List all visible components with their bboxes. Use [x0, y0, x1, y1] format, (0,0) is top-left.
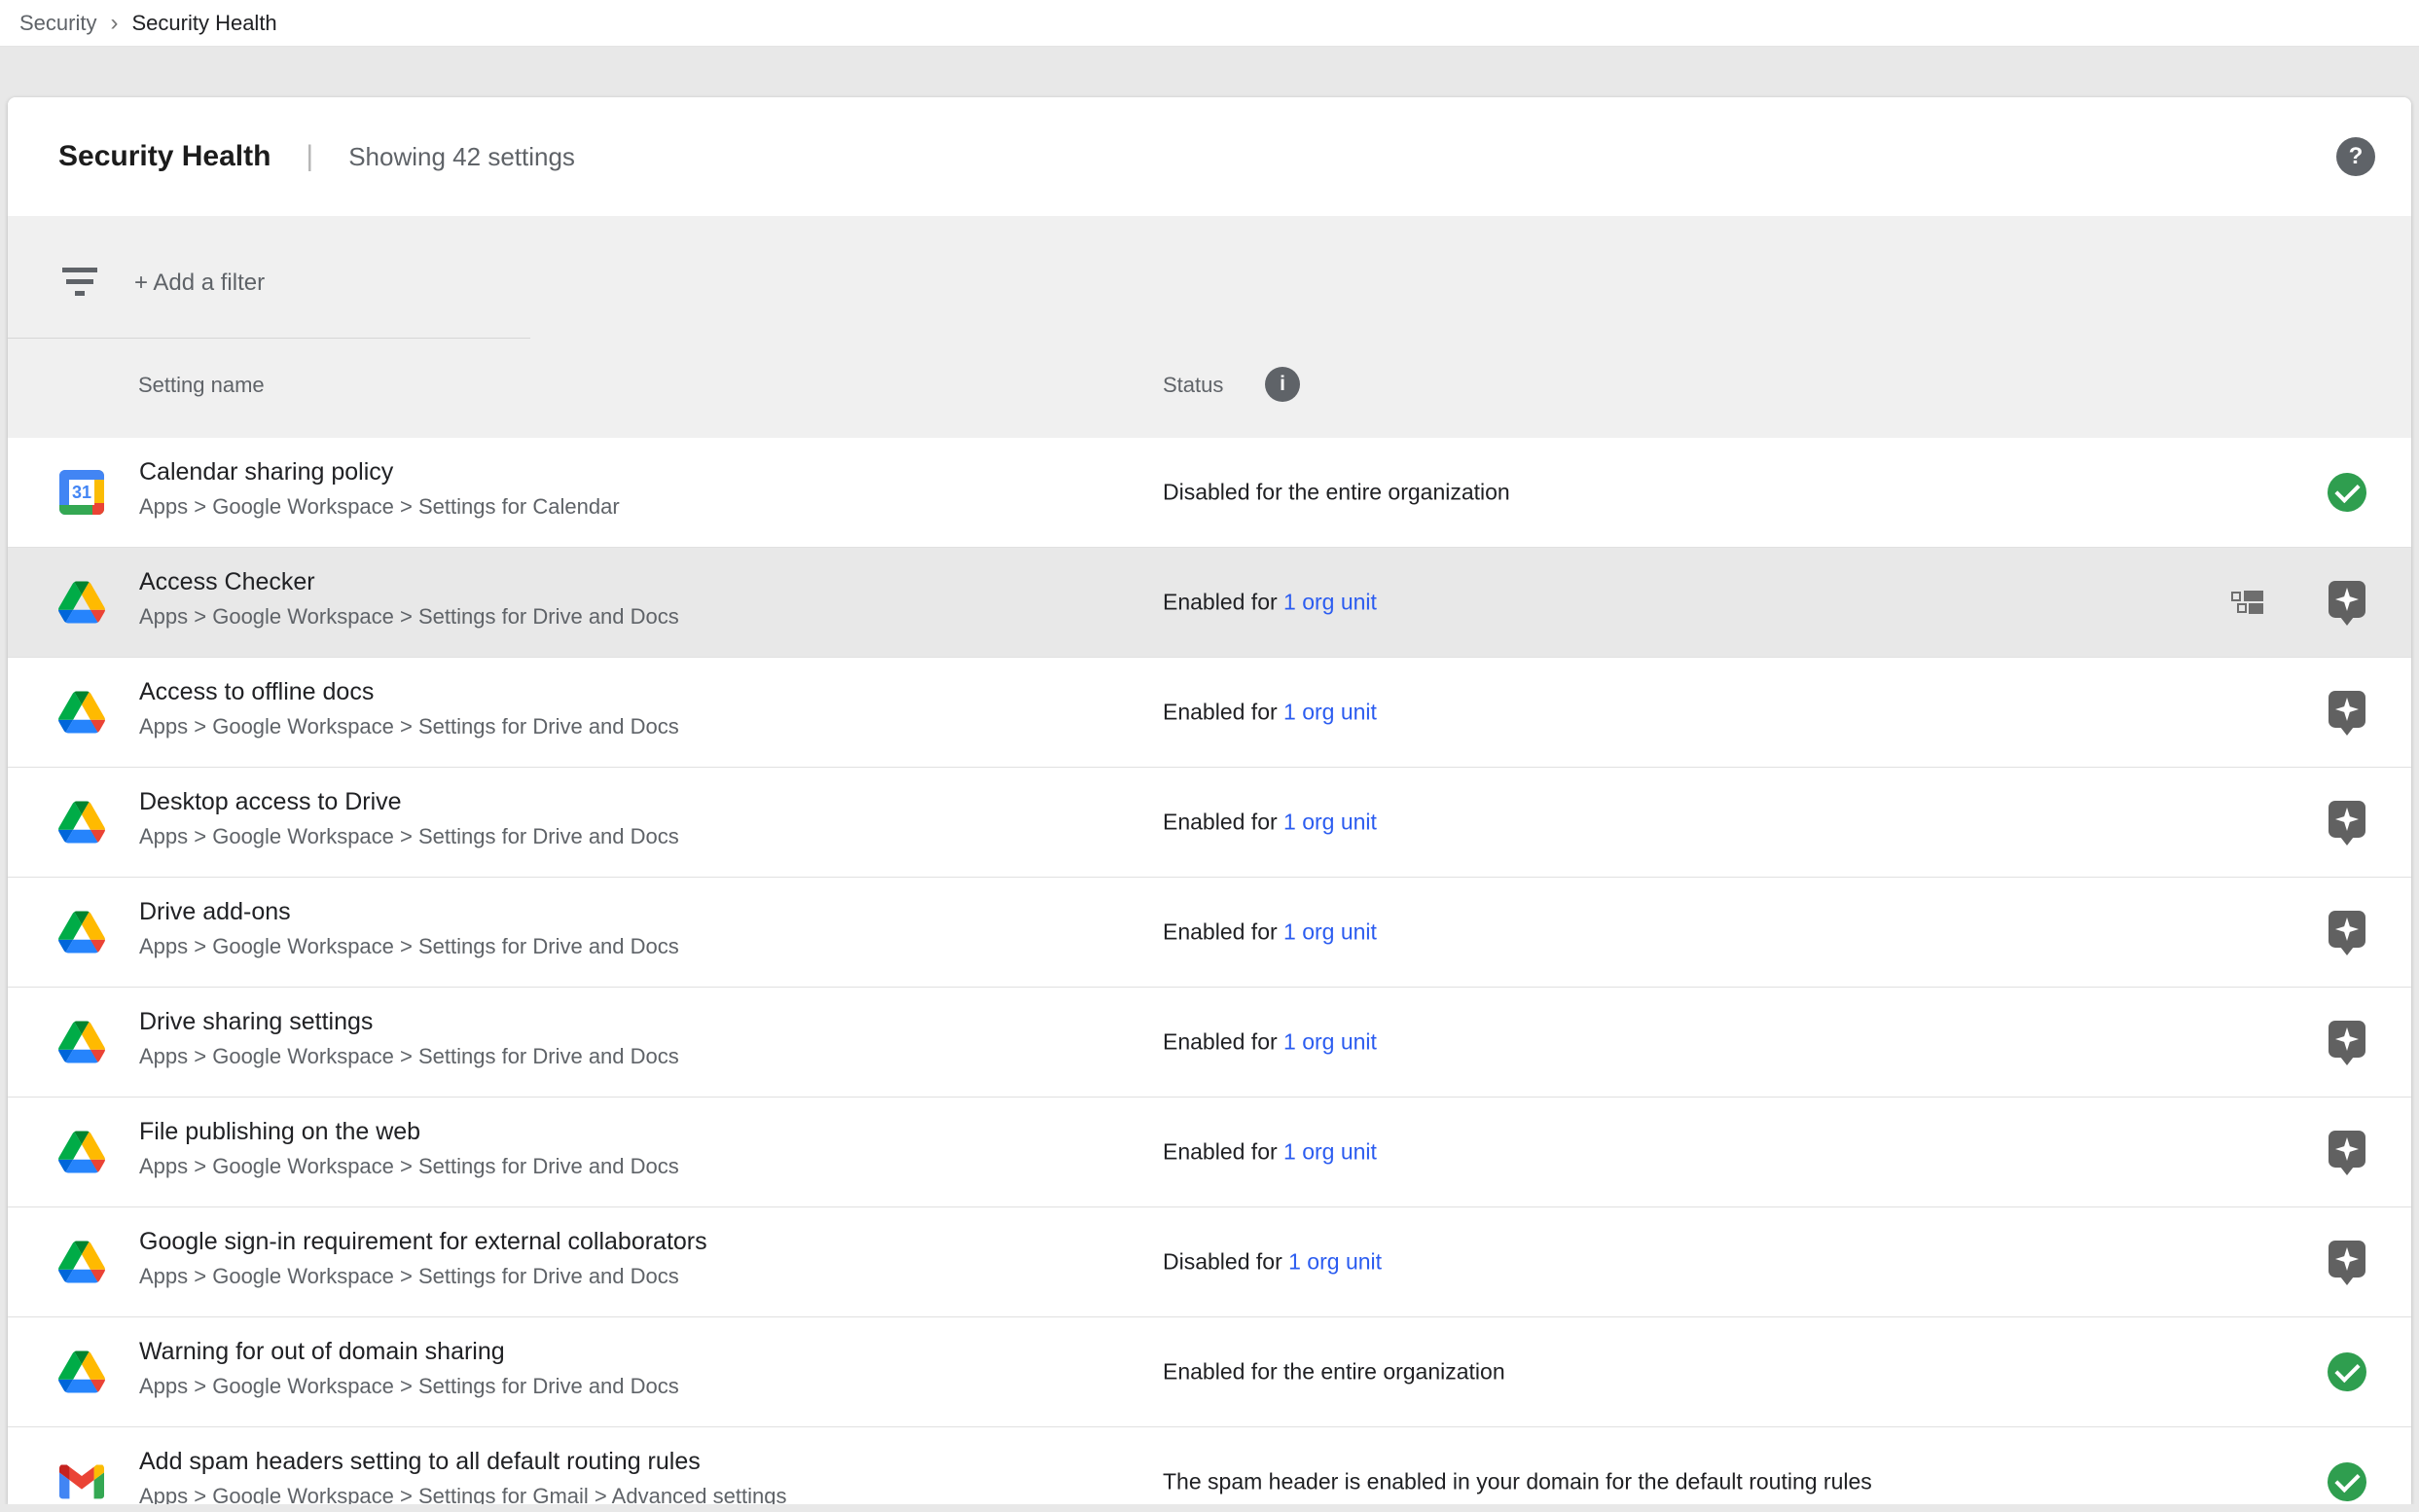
table-row[interactable]: Desktop access to Drive Apps > Google Wor…	[8, 768, 2411, 878]
filter-underline	[8, 338, 530, 339]
setting-path: Apps > Google Workspace > Settings for D…	[139, 604, 679, 630]
add-filter-button[interactable]: + Add a filter	[134, 270, 265, 297]
status-ok-icon	[2328, 1352, 2366, 1391]
breadcrumb-parent-link[interactable]: Security	[19, 11, 96, 36]
drive-icon	[56, 802, 107, 844]
column-header-setting-name: Setting name	[138, 373, 265, 398]
security-health-card: Security Health | Showing 42 settings ? …	[8, 97, 2411, 1504]
setting-path: Apps > Google Workspace > Settings for D…	[139, 1374, 679, 1399]
table-row[interactable]: Drive sharing settings Apps > Google Work…	[8, 988, 2411, 1098]
table-row[interactable]: 31 Calendar sharing policy Apps > Google W…	[8, 438, 2411, 548]
setting-name: Google sign-in requirement for external …	[139, 1228, 707, 1256]
org-unit-link[interactable]: 1 org unit	[1283, 1029, 1377, 1055]
status-text: Enabled for 1 org unit	[1163, 919, 1377, 946]
card-header: Security Health | Showing 42 settings ?	[8, 97, 2411, 216]
status-ok-icon	[2328, 473, 2366, 512]
drive-icon	[56, 1351, 107, 1393]
recommendation-icon[interactable]	[2329, 581, 2365, 618]
status-text: Enabled for 1 org unit	[1163, 1029, 1377, 1056]
org-unit-link[interactable]: 1 org unit	[1288, 1249, 1382, 1275]
help-icon[interactable]: ?	[2336, 137, 2375, 176]
drive-icon	[56, 1132, 107, 1173]
status-text: Enabled for 1 org unit	[1163, 1139, 1377, 1166]
setting-name: Drive sharing settings	[139, 1008, 373, 1036]
settings-count: Showing 42 settings	[348, 142, 575, 172]
recommendation-icon[interactable]	[2329, 1241, 2365, 1278]
setting-path: Apps > Google Workspace > Settings for D…	[139, 824, 679, 849]
setting-name: Warning for out of domain sharing	[139, 1338, 505, 1366]
status-text: Enabled for the entire organization	[1163, 1359, 1505, 1386]
setting-path: Apps > Google Workspace > Settings for D…	[139, 1264, 679, 1289]
setting-path: Apps > Google Workspace > Settings for D…	[139, 1154, 679, 1179]
setting-path: Apps > Google Workspace > Settings for D…	[139, 1044, 679, 1069]
recommendation-icon[interactable]	[2329, 1021, 2365, 1058]
status-info-icon[interactable]: i	[1265, 367, 1300, 402]
table-row[interactable]: Warning for out of domain sharing Apps > …	[8, 1317, 2411, 1427]
status-text: Disabled for 1 org unit	[1163, 1249, 1382, 1276]
setting-name: File publishing on the web	[139, 1118, 420, 1146]
recommendation-icon[interactable]	[2329, 911, 2365, 948]
column-header-status: Status	[1163, 373, 1223, 398]
org-unit-link[interactable]: 1 org unit	[1283, 810, 1377, 835]
setting-path: Apps > Google Workspace > Settings for C…	[139, 494, 620, 520]
status-ok-icon	[2328, 1462, 2366, 1501]
org-unit-link[interactable]: 1 org unit	[1283, 1139, 1377, 1165]
setting-name: Access to offline docs	[139, 678, 374, 706]
drive-icon	[56, 1022, 107, 1063]
drive-icon	[56, 692, 107, 734]
setting-path: Apps > Google Workspace > Settings for G…	[139, 1484, 786, 1504]
table-row[interactable]: Access Checker Apps > Google Workspace > …	[8, 548, 2411, 658]
setting-path: Apps > Google Workspace > Settings for D…	[139, 714, 679, 739]
setting-name: Calendar sharing policy	[139, 458, 393, 486]
calendar-icon: 31	[56, 470, 107, 515]
gmail-icon	[56, 1465, 107, 1499]
table-row[interactable]: File publishing on the web Apps > Google …	[8, 1098, 2411, 1207]
table-row[interactable]: Access to offline docs Apps > Google Work…	[8, 658, 2411, 768]
setting-name: Drive add-ons	[139, 898, 291, 926]
breadcrumb-chevron-icon: ›	[110, 10, 118, 37]
org-units-icon	[2231, 591, 2263, 614]
breadcrumb: Security › Security Health	[0, 0, 2419, 47]
drive-icon	[56, 1242, 107, 1283]
page-title: Security Health	[58, 140, 271, 173]
setting-name: Access Checker	[139, 568, 315, 596]
status-text: Enabled for 1 org unit	[1163, 700, 1377, 726]
recommendation-icon[interactable]	[2329, 1131, 2365, 1168]
table-row[interactable]: Drive add-ons Apps > Google Workspace > S…	[8, 878, 2411, 988]
drive-icon	[56, 582, 107, 624]
status-text: Disabled for the entire organization	[1163, 480, 1510, 506]
setting-name: Desktop access to Drive	[139, 788, 402, 816]
title-divider: |	[306, 140, 313, 173]
table-row[interactable]: Google sign-in requirement for external …	[8, 1207, 2411, 1317]
status-text: Enabled for 1 org unit	[1163, 810, 1377, 836]
filter-and-header-panel: + Add a filter Setting name Status i	[8, 216, 2411, 438]
breadcrumb-current: Security Health	[131, 11, 276, 36]
recommendation-icon[interactable]	[2329, 691, 2365, 728]
recommendation-icon[interactable]	[2329, 801, 2365, 838]
status-text: The spam header is enabled in your domai…	[1163, 1469, 1872, 1495]
status-text: Enabled for 1 org unit	[1163, 590, 1377, 616]
filter-icon	[62, 268, 97, 297]
org-unit-link[interactable]: 1 org unit	[1283, 590, 1377, 615]
org-unit-link[interactable]: 1 org unit	[1283, 919, 1377, 945]
setting-path: Apps > Google Workspace > Settings for D…	[139, 934, 679, 959]
setting-name: Add spam headers setting to all default …	[139, 1448, 701, 1476]
org-unit-link[interactable]: 1 org unit	[1283, 700, 1377, 725]
table-row[interactable]: Add spam headers setting to all default …	[8, 1427, 2411, 1504]
settings-table: 31 Calendar sharing policy Apps > Google W…	[8, 438, 2411, 1504]
drive-icon	[56, 912, 107, 954]
viewport-bottom-edge	[0, 1504, 2419, 1512]
